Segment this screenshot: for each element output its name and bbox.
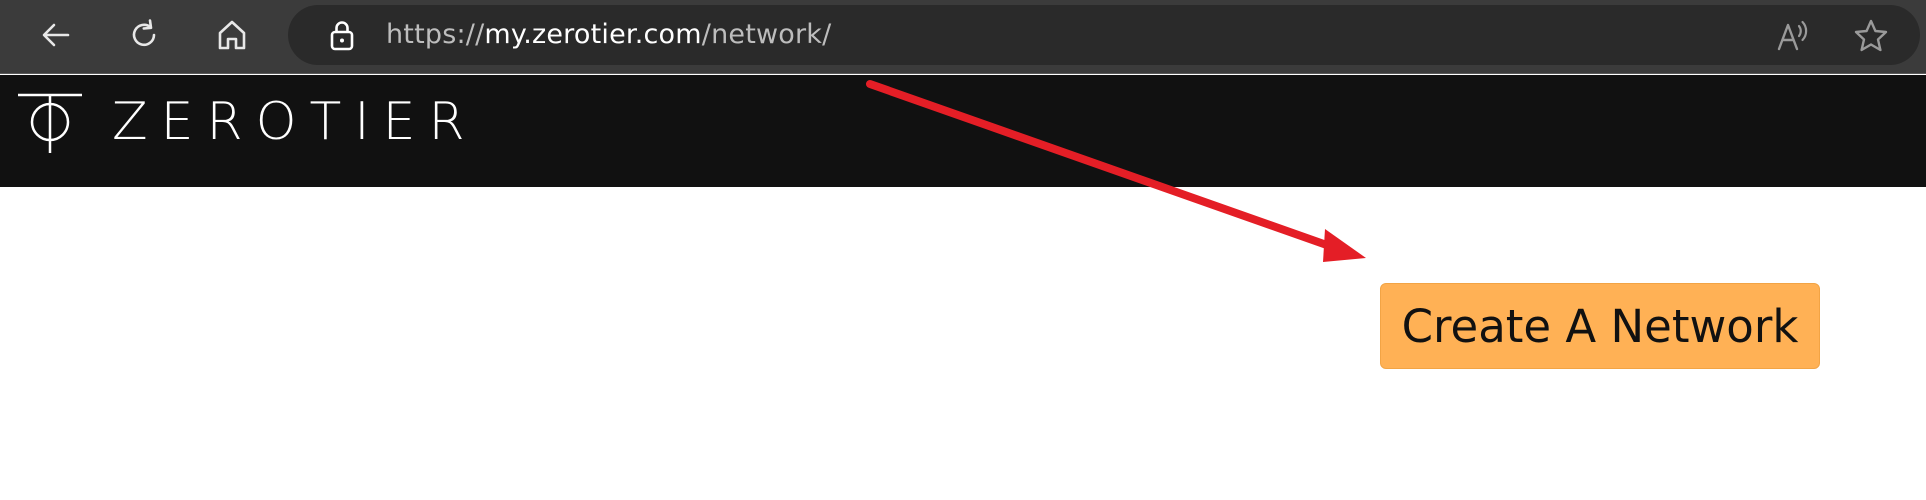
zerotier-wordmark[interactable]: ZEROTIER: [112, 92, 478, 152]
refresh-icon: [132, 19, 156, 47]
refresh-button[interactable]: [118, 13, 170, 57]
address-bar[interactable]: https://my.zerotier.com/network/: [288, 5, 1920, 65]
url-prefix: https://: [386, 19, 485, 50]
home-icon: [218, 20, 246, 50]
back-button[interactable]: [30, 13, 82, 57]
zerotier-logo-icon[interactable]: [16, 93, 84, 155]
url-path: /network/: [701, 19, 832, 50]
back-arrow-icon: [42, 23, 70, 47]
favorite-star-icon[interactable]: [1852, 17, 1890, 55]
create-network-button[interactable]: Create A Network: [1380, 283, 1820, 369]
browser-toolbar: https://my.zerotier.com/network/: [0, 0, 1926, 74]
url-text[interactable]: https://my.zerotier.com/network/: [386, 5, 831, 65]
lock-icon[interactable]: [324, 17, 360, 53]
url-host: my.zerotier.com: [484, 19, 702, 50]
home-button[interactable]: [206, 13, 258, 57]
read-aloud-icon[interactable]: [1774, 17, 1812, 55]
site-header: ZEROTIER: [0, 75, 1926, 187]
